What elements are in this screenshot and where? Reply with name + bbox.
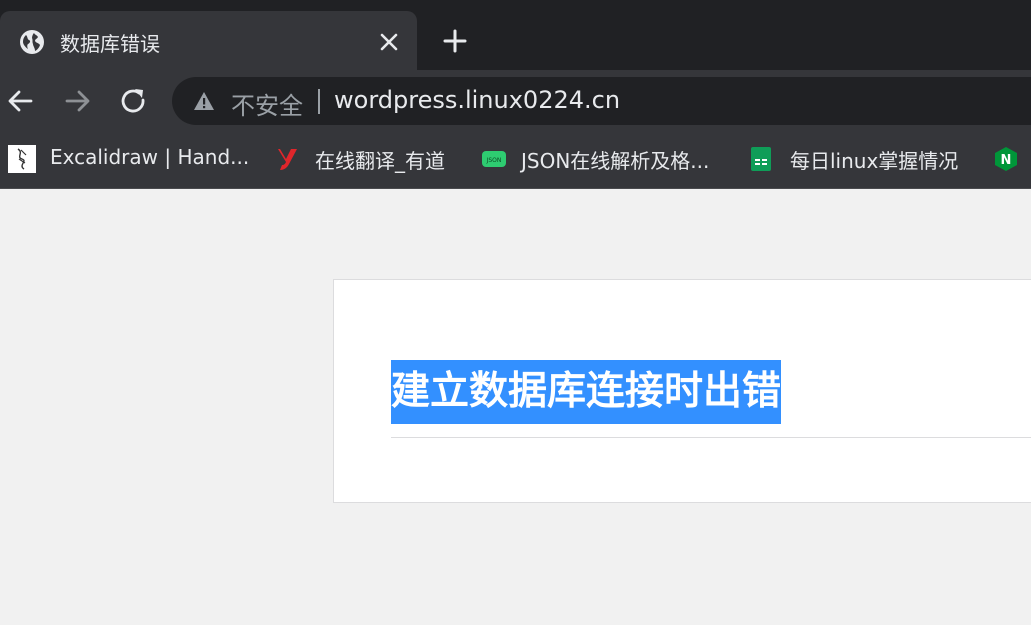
bookmark-label: 每日linux掌握情况: [790, 149, 959, 173]
bookmark-label: JSON在线解析及格...: [521, 149, 710, 173]
url-text[interactable]: wordpress.linux0224.cn: [334, 86, 620, 114]
bookmark-json[interactable]: JSON JSON在线解析及格...: [475, 132, 730, 188]
bookmark-label: Excalidraw | Hand...: [50, 145, 250, 169]
bookmark-youdao[interactable]: 在线翻译_有道: [270, 132, 465, 188]
arrow-left-icon[interactable]: [6, 86, 36, 116]
svg-text:JSON: JSON: [486, 157, 502, 164]
globe-icon: [20, 30, 44, 54]
browser-toolbar: 不安全 wordpress.linux0224.cn: [0, 70, 1031, 132]
page-content: 建立数据库连接时出错: [0, 190, 1031, 625]
plus-icon[interactable]: [440, 26, 470, 56]
youdao-icon: [278, 149, 297, 170]
bookmark-nginx[interactable]: N: [990, 132, 1031, 188]
warning-triangle-icon[interactable]: [193, 90, 215, 112]
title-divider: [391, 437, 1031, 438]
bookmarks-bar: Excalidraw | Hand... 在线翻译_有道 JSON JSON在线…: [0, 132, 1031, 189]
address-bar[interactable]: 不安全 wordpress.linux0224.cn: [172, 77, 1031, 125]
omnibox-divider: [318, 89, 320, 114]
tab-active[interactable]: 数据库错误: [0, 11, 417, 70]
tab-title: 数据库错误: [60, 32, 160, 56]
nginx-icon: N: [995, 147, 1017, 171]
reload-icon[interactable]: [119, 86, 149, 116]
excalidraw-icon: [8, 145, 36, 173]
tab-strip: 数据库错误: [0, 0, 1031, 70]
json-icon: JSON: [482, 151, 506, 167]
bookmark-excalidraw[interactable]: Excalidraw | Hand...: [0, 132, 260, 188]
bookmark-label: 在线翻译_有道: [315, 149, 445, 173]
arrow-right-icon[interactable]: [62, 86, 92, 116]
bookmark-linux-sheet[interactable]: 每日linux掌握情况: [742, 132, 982, 188]
security-label[interactable]: 不安全: [231, 86, 303, 121]
error-title: 建立数据库连接时出错: [391, 360, 782, 424]
close-icon[interactable]: [377, 30, 401, 54]
error-card: 建立数据库连接时出错: [333, 279, 1031, 503]
svg-text:N: N: [1001, 153, 1012, 168]
sheets-icon: [751, 147, 771, 171]
